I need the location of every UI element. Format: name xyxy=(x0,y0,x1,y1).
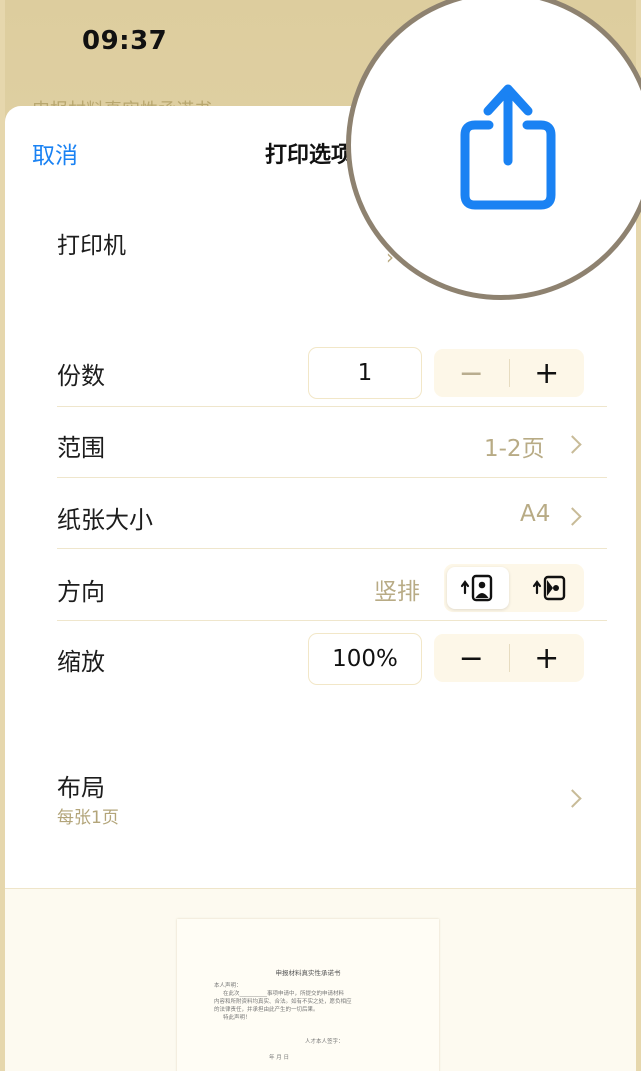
copies-increment-button[interactable]: + xyxy=(510,349,585,397)
divider xyxy=(57,548,607,549)
copies-label: 份数 xyxy=(57,362,105,390)
preview-doc-title: 申报材料真实性承诺书 xyxy=(275,969,341,977)
scale-stepper: − + xyxy=(434,634,584,682)
divider xyxy=(57,406,607,407)
scale-increment-button[interactable]: + xyxy=(510,634,585,682)
share-icon[interactable] xyxy=(453,81,563,221)
landscape-orientation-icon xyxy=(532,575,566,601)
copies-decrement-button[interactable]: − xyxy=(434,349,509,397)
preview-text-line: 本人声明： xyxy=(214,983,242,989)
orientation-label: 方向 xyxy=(57,578,105,606)
range-label[interactable]: 范围 xyxy=(57,428,105,463)
divider xyxy=(57,477,607,478)
screen: 09:37 申报材料真实性承诺书 取消 打印选项 打印机 › 份数 1 − + … xyxy=(0,0,641,1071)
paper-size-chevron-icon xyxy=(563,507,582,526)
scale-decrement-button[interactable]: − xyxy=(434,634,509,682)
orientation-value: 竖排 xyxy=(374,579,420,605)
orientation-landscape-button[interactable] xyxy=(519,567,581,609)
paper-size-value[interactable]: A4 xyxy=(520,501,550,527)
preview-text-line: 在此次__________事项申请中，所提交的申请材料 xyxy=(223,991,345,997)
sheet-title: 打印选项 xyxy=(265,143,354,168)
range-chevron-icon xyxy=(563,435,582,454)
print-preview-area: 申报材料真实性承诺书 本人声明： 在此次__________事项申请中，所提交的… xyxy=(5,888,636,1071)
copies-stepper: − + xyxy=(434,349,584,397)
preview-text-line: 特此声明！ xyxy=(223,1015,251,1021)
preview-date-line: 年 月 日 xyxy=(269,1055,289,1061)
divider xyxy=(57,620,607,621)
range-value[interactable]: 1-2页 xyxy=(484,429,545,463)
scale-label: 缩放 xyxy=(57,648,105,676)
preview-signature-line: 人才本人签字： xyxy=(305,1039,344,1045)
portrait-orientation-icon xyxy=(460,574,493,602)
page-preview-thumbnail[interactable]: 申报材料真实性承诺书 本人声明： 在此次__________事项申请中，所提交的… xyxy=(177,919,439,1071)
preview-text-line: 的法律责任，并承担由此产生的一切后果。 xyxy=(214,1007,319,1013)
preview-text-line: 内容和所附资料均真实、合法。如有不实之处，愿负相应 xyxy=(214,999,352,1005)
copies-value[interactable]: 1 xyxy=(308,347,422,399)
orientation-portrait-button[interactable] xyxy=(447,567,509,609)
scale-value[interactable]: 100% xyxy=(308,633,422,685)
cancel-button[interactable]: 取消 xyxy=(32,136,78,170)
status-bar-time: 09:37 xyxy=(82,26,168,56)
layout-chevron-icon xyxy=(563,789,582,808)
layout-label[interactable]: 布局 xyxy=(57,768,105,803)
layout-sub-value: 每张1页 xyxy=(57,808,119,828)
orientation-segmented-control xyxy=(444,564,584,612)
printer-row-label[interactable]: 打印机 xyxy=(57,226,126,260)
paper-size-label[interactable]: 纸张大小 xyxy=(57,500,153,535)
